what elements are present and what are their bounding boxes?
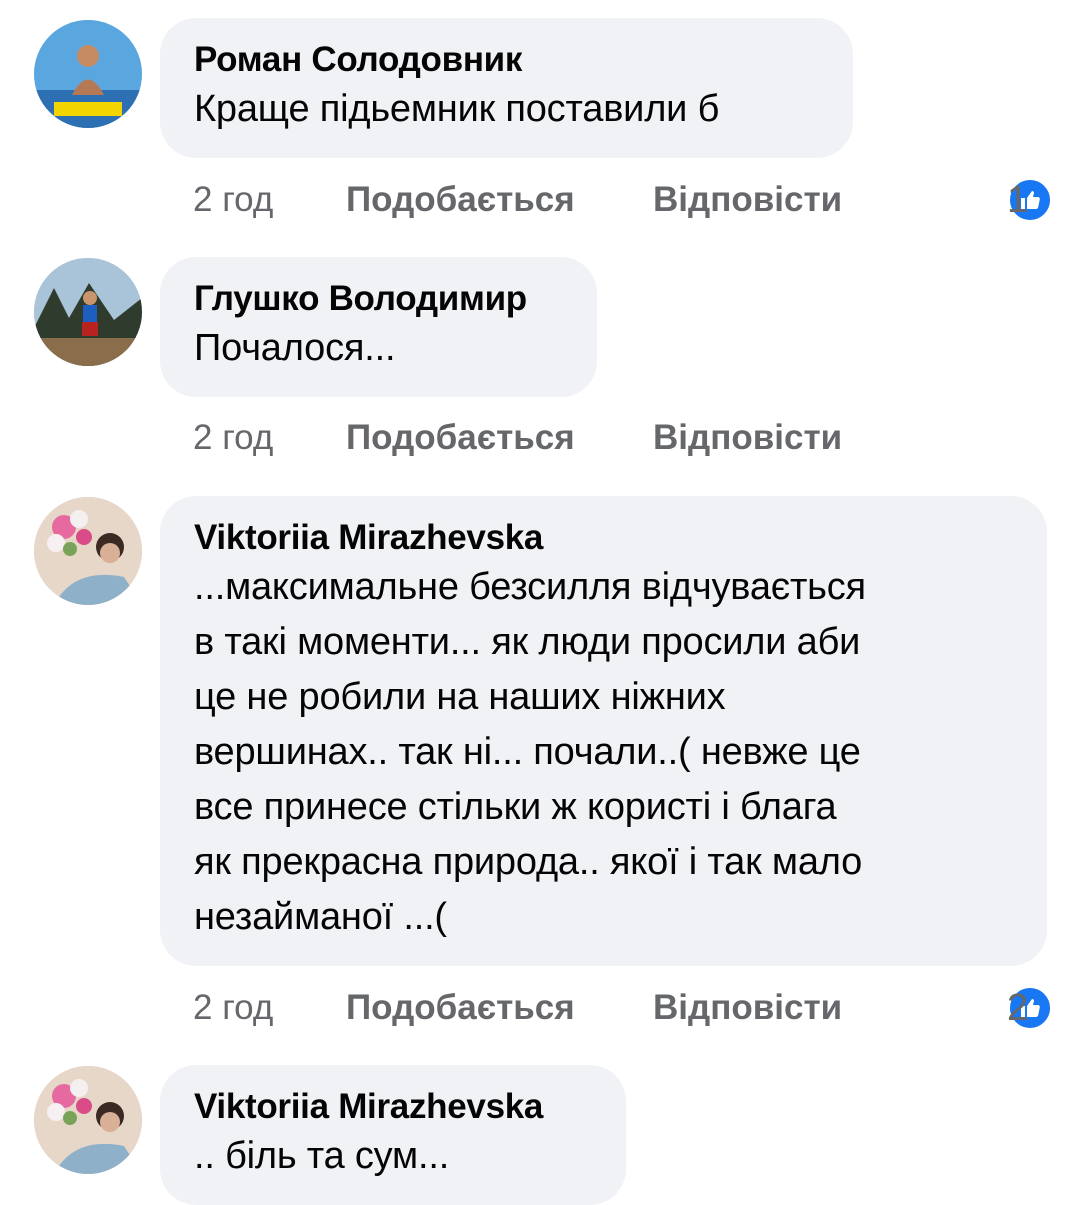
comment-actions: 2 год Подобається Відповісти 1 [193,175,1053,225]
comment-actions: 2 год Подобається Відповісти [193,413,1053,463]
user-avatar-icon [34,258,142,366]
reaction-summary[interactable]: 1 [1007,175,1053,225]
comment-timestamp[interactable]: 2 год [193,175,273,225]
comment-author[interactable]: Viktoriia Mirazhevska [194,1085,592,1129]
avatar[interactable] [34,20,142,128]
comment-author[interactable]: Viktoriia Mirazhevska [194,516,1013,560]
comment-bubble: Viktoriia Mirazhevska ...максимальне без… [160,496,1047,966]
comment-timestamp[interactable]: 2 год [193,413,273,463]
user-avatar-icon [34,1066,142,1174]
reaction-count: 1 [1007,179,1029,221]
comment-author[interactable]: Глушко Володимир [194,277,563,321]
comment-bubble: Роман Солодовник Краще підьемник постави… [160,18,853,158]
avatar[interactable] [34,258,142,366]
reply-button[interactable]: Відповісти [653,983,842,1033]
like-button[interactable]: Подобається [346,413,575,463]
comment-text: Почалося... [194,327,396,369]
reaction-summary[interactable]: 2 [1007,983,1053,1033]
comment-text: .. біль та сум... [194,1135,450,1177]
comment-author[interactable]: Роман Солодовник [194,38,819,82]
user-avatar-icon [34,497,142,605]
reaction-count: 2 [1007,987,1029,1029]
comment-bubble: Глушко Володимир Почалося... [160,257,597,397]
comment-text: Краще підьемник поставили б [194,88,720,130]
like-button[interactable]: Подобається [346,175,575,225]
reply-button[interactable]: Відповісти [653,175,842,225]
comment-text: ...максимальне безсилля відчувається в т… [194,566,866,938]
avatar[interactable] [34,1066,142,1174]
avatar[interactable] [34,497,142,605]
comment-bubble: Viktoriia Mirazhevska .. біль та сум... [160,1065,626,1205]
comment-actions: 2 год Подобається Відповісти 2 [193,983,1053,1033]
user-avatar-icon [34,20,142,128]
reply-button[interactable]: Відповісти [653,413,842,463]
comment-timestamp[interactable]: 2 год [193,983,273,1033]
like-button[interactable]: Подобається [346,983,575,1033]
